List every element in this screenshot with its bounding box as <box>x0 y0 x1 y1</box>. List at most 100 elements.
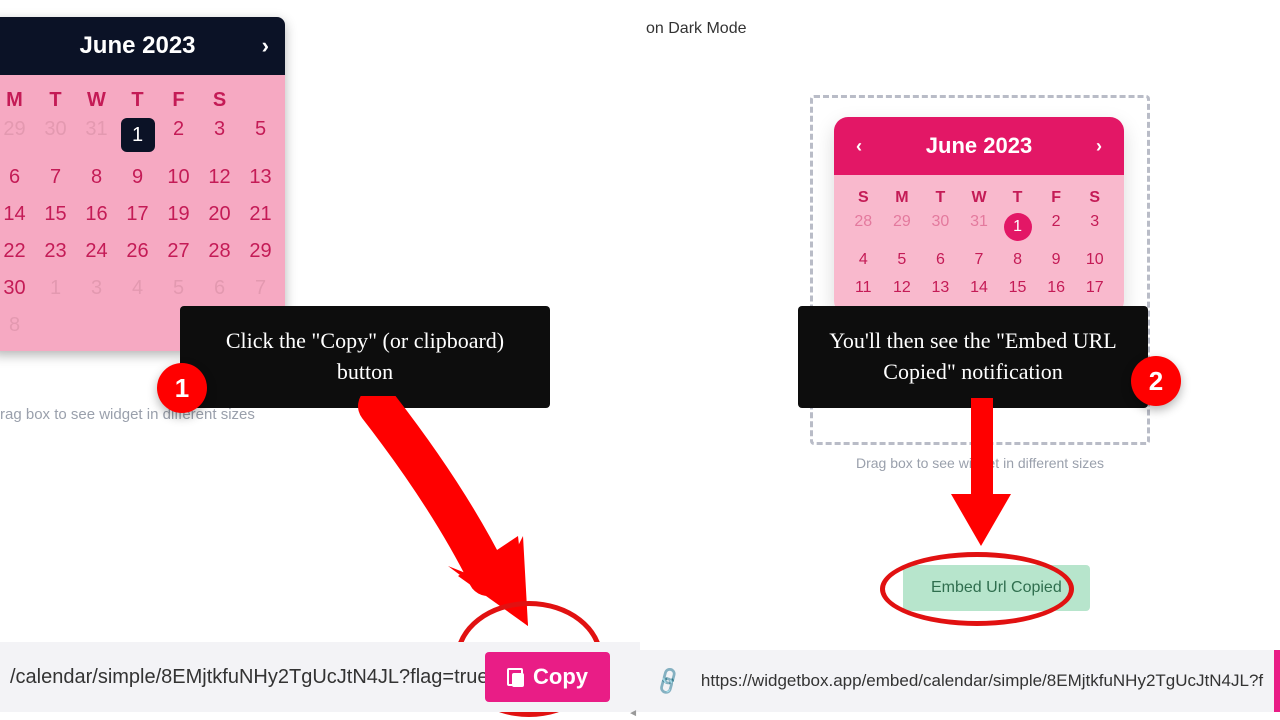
day-cell[interactable]: 5 <box>158 277 199 300</box>
dow: S <box>199 85 240 118</box>
calendar-widget-light: ‹ June 2023 › S M T W T F S 28 29 30 31 … <box>834 117 1124 315</box>
day-cell[interactable]: 6 <box>0 166 35 189</box>
day-cell[interactable]: 30 <box>921 213 960 241</box>
embed-url-bar: /calendar/simple/8EMjtkfuNHy2TgUcJtN4JL?… <box>0 642 640 712</box>
day-cell[interactable]: 3 <box>1075 213 1114 241</box>
day-cell[interactable]: 16 <box>76 203 117 226</box>
dow: F <box>158 85 199 118</box>
chevron-left-icon[interactable]: ‹ <box>856 136 862 157</box>
day-cell[interactable]: 22 <box>0 240 35 263</box>
day-cell[interactable]: 12 <box>199 166 240 189</box>
day-cell[interactable]: 21 <box>240 203 281 226</box>
calendar-grid: 28 29 30 31 1 2 3 4 5 6 7 8 9 10 11 12 1… <box>844 213 1114 297</box>
day-cell[interactable]: 6 <box>199 277 240 300</box>
day-cell[interactable]: 30 <box>0 277 35 300</box>
day-cell[interactable]: 7 <box>960 251 999 269</box>
calendar-header: ‹ June 2023 › <box>834 117 1124 175</box>
day-cell[interactable]: 5 <box>883 251 922 269</box>
embed-url-text[interactable]: /calendar/simple/8EMjtkfuNHy2TgUcJtN4JL?… <box>0 666 485 689</box>
day-cell[interactable]: 11 <box>844 279 883 297</box>
arrow-icon <box>951 398 1011 546</box>
dow: T <box>35 85 76 118</box>
day-cell[interactable]: 23 <box>35 240 76 263</box>
day-cell[interactable]: 14 <box>0 203 35 226</box>
day-cell-selected[interactable]: 1 <box>998 213 1037 241</box>
day-cell[interactable]: 4 <box>844 251 883 269</box>
day-cell[interactable]: 13 <box>240 166 281 189</box>
day-cell[interactable]: 7 <box>240 277 281 300</box>
day-cell[interactable]: 20 <box>199 203 240 226</box>
copied-notification: Embed Url Copied <box>903 565 1090 611</box>
day-cell[interactable]: 13 <box>921 279 960 297</box>
calendar-body: S M T W T F S 28 29 30 31 1 2 3 4 5 6 7 … <box>834 175 1124 315</box>
annotation-callout: Click the "Copy" (or clipboard) button <box>180 306 550 408</box>
day-cell[interactable]: 28 <box>199 240 240 263</box>
dow: M <box>0 85 35 118</box>
day-cell[interactable]: 15 <box>998 279 1037 297</box>
top-text: on Dark Mode <box>646 20 747 38</box>
calendar-title: June 2023 <box>926 133 1032 159</box>
day-cell[interactable]: 8 <box>998 251 1037 269</box>
day-cell[interactable]: 5 <box>240 118 281 152</box>
right-panel: on Dark Mode ‹ June 2023 › S M T W T F S… <box>640 0 1280 720</box>
dow: W <box>76 85 117 118</box>
day-cell-selected[interactable]: 1 <box>117 118 158 152</box>
dow: S <box>844 187 883 213</box>
day-cell[interactable]: 12 <box>883 279 922 297</box>
dow: S <box>1075 187 1114 213</box>
copy-label: Copy <box>533 664 588 690</box>
chevron-right-icon[interactable]: › <box>262 33 269 59</box>
arrow-icon <box>358 396 548 626</box>
day-cell[interactable]: 8 <box>76 166 117 189</box>
day-cell[interactable]: 17 <box>117 203 158 226</box>
calendar-grid: 29 30 31 1 2 3 5 6 7 8 9 10 12 13 14 15 … <box>0 118 281 337</box>
day-cell[interactable]: 1 <box>35 277 76 300</box>
copy-button[interactable]: Copy <box>485 652 610 702</box>
day-cell[interactable]: 31 <box>960 213 999 241</box>
day-cell[interactable]: 15 <box>35 203 76 226</box>
chevron-right-icon[interactable]: › <box>1096 136 1102 157</box>
scroll-indicator[interactable]: ◄ <box>628 708 638 719</box>
day-cell[interactable]: 9 <box>1037 251 1076 269</box>
left-panel: June 2023 › M T W T F S 29 30 31 1 2 3 5… <box>0 0 640 720</box>
day-cell[interactable]: 28 <box>844 213 883 241</box>
dow: T <box>117 85 158 118</box>
day-cell[interactable]: 9 <box>117 166 158 189</box>
dow: M <box>883 187 922 213</box>
day-cell[interactable]: 6 <box>921 251 960 269</box>
day-cell[interactable]: 2 <box>158 118 199 152</box>
day-cell[interactable]: 10 <box>158 166 199 189</box>
dow: W <box>960 187 999 213</box>
embed-url-text[interactable]: https://widgetbox.app/embed/calendar/sim… <box>701 671 1264 691</box>
annotation-callout: You'll then see the "Embed URL Copied" n… <box>798 306 1148 408</box>
day-cell[interactable]: 14 <box>960 279 999 297</box>
dow: T <box>998 187 1037 213</box>
day-cell[interactable]: 26 <box>117 240 158 263</box>
day-cell[interactable]: 29 <box>240 240 281 263</box>
day-cell[interactable]: 24 <box>76 240 117 263</box>
day-cell[interactable]: 3 <box>199 118 240 152</box>
resize-hint: rag box to see widget in different sizes <box>0 406 255 423</box>
day-of-week-row: S M T W T F S <box>844 187 1114 213</box>
day-cell[interactable]: 10 <box>1075 251 1114 269</box>
day-cell[interactable]: 29 <box>0 118 35 152</box>
day-cell[interactable]: 4 <box>117 277 158 300</box>
copy-button-edge[interactable] <box>1274 650 1280 712</box>
day-cell[interactable]: 19 <box>158 203 199 226</box>
day-cell[interactable]: 31 <box>76 118 117 152</box>
day-cell[interactable]: 2 <box>1037 213 1076 241</box>
day-cell[interactable]: 27 <box>158 240 199 263</box>
embed-url-bar: 🔗 https://widgetbox.app/embed/calendar/s… <box>640 650 1280 712</box>
day-cell[interactable]: 30 <box>35 118 76 152</box>
day-of-week-row: M T W T F S <box>0 85 281 118</box>
link-icon: 🔗 <box>651 664 685 698</box>
day-cell[interactable]: 29 <box>883 213 922 241</box>
day-cell[interactable]: 3 <box>76 277 117 300</box>
calendar-title: June 2023 <box>79 32 195 60</box>
dow: T <box>921 187 960 213</box>
day-cell[interactable]: 16 <box>1037 279 1076 297</box>
dow: F <box>1037 187 1076 213</box>
day-cell[interactable]: 7 <box>35 166 76 189</box>
day-cell[interactable]: 17 <box>1075 279 1114 297</box>
day-cell[interactable]: 8 <box>0 314 35 337</box>
